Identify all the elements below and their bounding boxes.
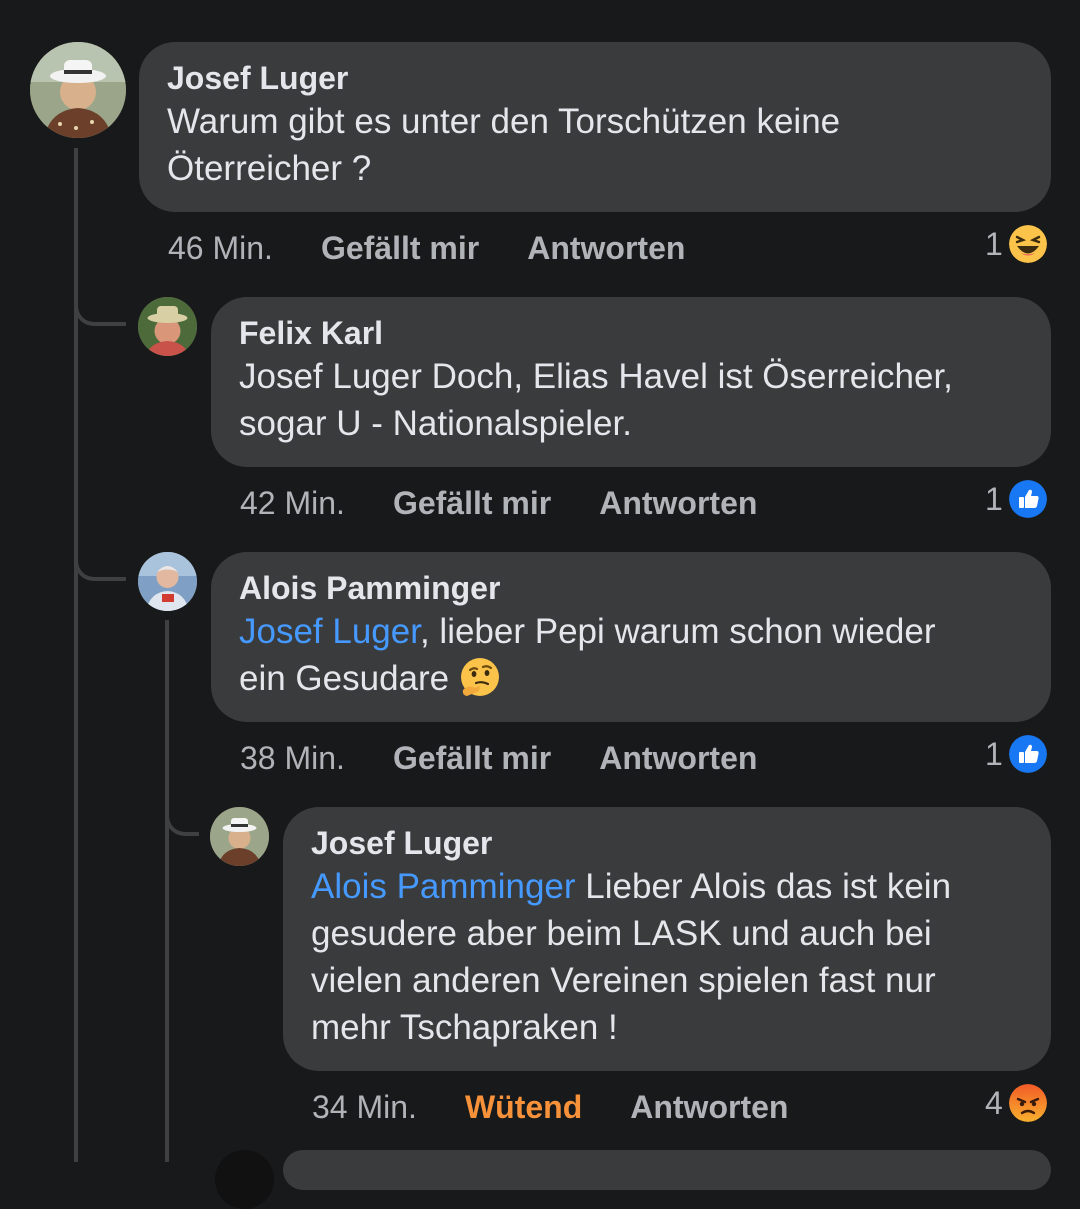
comment-text-line: Alois Pamminger Lieber Alois das ist kei… xyxy=(311,863,1023,910)
comment-text-line: Warum gibt es unter den Torschützen kein… xyxy=(167,102,841,141)
laughing-emoji-icon xyxy=(1008,225,1047,263)
comment-text-fragment: ein Gesudare xyxy=(239,659,450,698)
comment-text: Alois Pamminger Lieber Alois das ist kei… xyxy=(311,863,1023,1051)
comment-meta: 34 Min. Wütend Antworten xyxy=(312,1087,788,1127)
comment-text-fragment: Lieber Alois das ist kein xyxy=(575,867,952,906)
comment-text: Josef Luger Doch, Elias Havel ist Öserre… xyxy=(239,353,1023,447)
reaction-count: 4 xyxy=(985,1084,1003,1121)
comment-meta: 46 Min. Gefällt mir Antworten xyxy=(168,228,685,268)
thread-line-alois-replies xyxy=(165,620,169,1162)
comment-text-line: Josef Luger Doch, Elias Havel ist Öserre… xyxy=(239,357,953,396)
comment-bubble[interactable]: Josef Luger Alois Pamminger Lieber Alois… xyxy=(283,807,1051,1071)
comment-author[interactable]: Josef Luger xyxy=(167,58,1023,98)
comment-time[interactable]: 38 Min. xyxy=(240,738,345,778)
like-thumb-icon xyxy=(1008,735,1047,773)
avatar-next-comment[interactable] xyxy=(215,1150,274,1209)
comment-text-line: ein Gesudare xyxy=(239,655,1023,702)
comment-text-line: Öterreicher ? xyxy=(167,149,372,188)
thinking-face-icon xyxy=(460,658,499,696)
reaction-summary[interactable]: 1 xyxy=(985,480,1047,518)
like-button[interactable]: Gefällt mir xyxy=(393,483,551,523)
comment-text: Josef Luger, lieber Pepi warum schon wie… xyxy=(239,608,1023,702)
reply-button[interactable]: Antworten xyxy=(630,1087,788,1127)
avatar-josef-luger[interactable] xyxy=(210,807,269,866)
avatar-josef-luger[interactable] xyxy=(30,42,126,138)
like-button[interactable]: Gefällt mir xyxy=(393,738,551,778)
comment-bubble[interactable]: Josef Luger Warum gibt es unter den Tors… xyxy=(139,42,1051,212)
comment-bubble[interactable]: Alois Pamminger Josef Luger, lieber Pepi… xyxy=(211,552,1051,722)
thread-connector-felix xyxy=(74,270,126,326)
comment-bubble-next[interactable] xyxy=(283,1150,1051,1190)
mention-link[interactable]: Josef Luger xyxy=(239,612,420,651)
like-thumb-icon xyxy=(1008,480,1047,518)
mention-link[interactable]: Alois Pamminger xyxy=(311,867,576,906)
comment-text-line: sogar U - Nationalspieler. xyxy=(239,404,632,443)
comment-author[interactable]: Josef Luger xyxy=(311,823,1023,863)
reaction-summary[interactable]: 4 xyxy=(985,1084,1047,1122)
reaction-count: 1 xyxy=(985,735,1003,772)
like-button[interactable]: Gefällt mir xyxy=(321,228,479,268)
comment-author[interactable]: Felix Karl xyxy=(239,313,1023,353)
comment-text: Warum gibt es unter den Torschützen kein… xyxy=(167,98,1023,192)
reaction-summary[interactable]: 1 xyxy=(985,225,1047,263)
reaction-summary[interactable]: 1 xyxy=(985,735,1047,773)
reply-button[interactable]: Antworten xyxy=(527,228,685,268)
reaction-count: 1 xyxy=(985,225,1003,262)
angry-reaction-button[interactable]: Wütend xyxy=(465,1087,582,1127)
comment-text-fragment: , lieber Pepi warum schon wieder xyxy=(419,612,936,651)
comment-text-line: vielen anderen Vereinen spielen fast nur xyxy=(311,961,936,1000)
comment-meta: 42 Min. Gefällt mir Antworten xyxy=(240,483,757,523)
comment-author[interactable]: Alois Pamminger xyxy=(239,568,1023,608)
thread-connector-josef-reply xyxy=(165,780,199,836)
comment-text-line: mehr Tschapraken ! xyxy=(311,1008,618,1047)
comment-time[interactable]: 34 Min. xyxy=(312,1087,417,1127)
thread-connector-alois xyxy=(74,525,126,581)
comment-time[interactable]: 42 Min. xyxy=(240,483,345,523)
reply-button[interactable]: Antworten xyxy=(599,483,757,523)
comment-text-line: gesudere aber beim LASK und auch bei xyxy=(311,914,932,953)
avatar-alois-pamminger[interactable] xyxy=(138,552,197,611)
comment-bubble[interactable]: Felix Karl Josef Luger Doch, Elias Havel… xyxy=(211,297,1051,467)
angry-emoji-icon xyxy=(1008,1084,1047,1122)
comment-text-line: Josef Luger, lieber Pepi warum schon wie… xyxy=(239,608,1023,655)
reply-button[interactable]: Antworten xyxy=(599,738,757,778)
comment-time[interactable]: 46 Min. xyxy=(168,228,273,268)
comment-meta: 38 Min. Gefällt mir Antworten xyxy=(240,738,757,778)
avatar-felix-karl[interactable] xyxy=(138,297,197,356)
reaction-count: 1 xyxy=(985,480,1003,517)
